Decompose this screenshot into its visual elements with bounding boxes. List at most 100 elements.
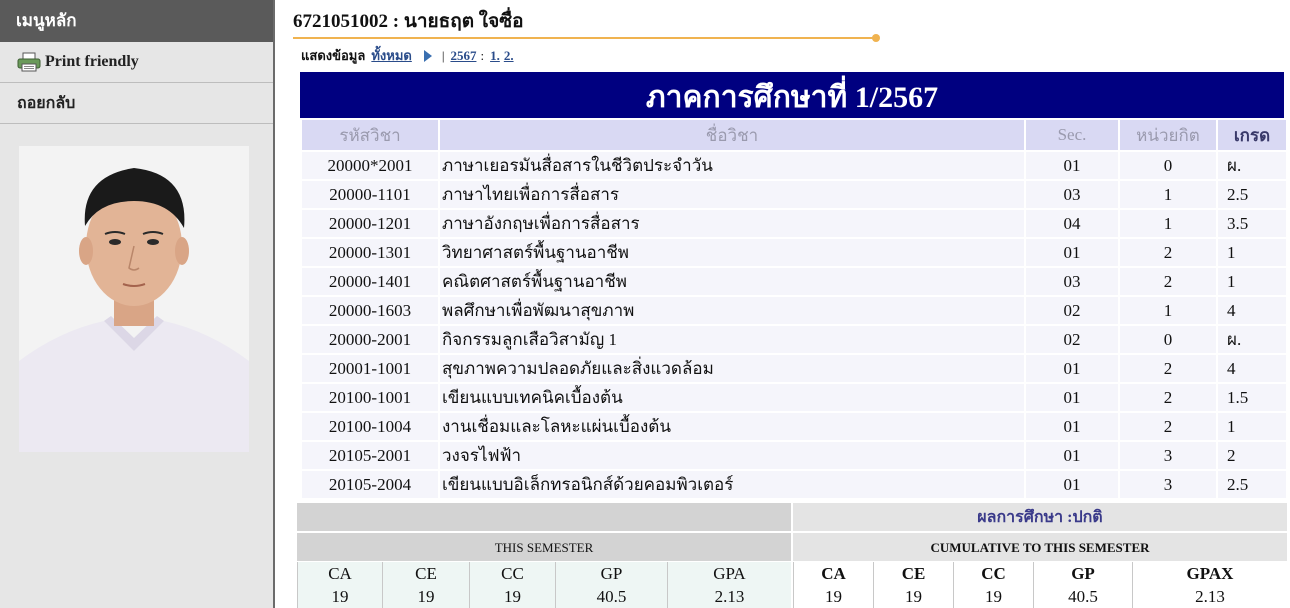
term-2-link[interactable]: 2. bbox=[504, 48, 514, 64]
course-grade: 3.5 bbox=[1218, 208, 1286, 237]
course-name: ภาษาเยอรมันสื่อสารในชีวิตประจำวัน bbox=[440, 150, 1024, 179]
course-grade: ผ. bbox=[1218, 324, 1286, 353]
cum-gpax-value: 2.13 bbox=[1195, 587, 1225, 606]
course-code: 20001-1001 bbox=[302, 353, 438, 382]
table-row: 20000-1301 วิทยาศาสตร์พื้นฐานอาชีพ 01 2 1 bbox=[302, 237, 1286, 266]
course-grade: 4 bbox=[1218, 295, 1286, 324]
sem-ca-key: CA bbox=[328, 564, 352, 583]
course-grade: 2.5 bbox=[1218, 469, 1286, 498]
table-row: 20000*2001 ภาษาเยอรมันสื่อสารในชีวิตประจำ… bbox=[302, 150, 1286, 179]
course-sec: 02 bbox=[1026, 324, 1118, 353]
sem-ca: CA 19 bbox=[297, 562, 382, 608]
course-name: ภาษาไทยเพื่อการสื่อสาร bbox=[440, 179, 1024, 208]
course-credit: 2 bbox=[1120, 353, 1216, 382]
course-credit: 2 bbox=[1120, 266, 1216, 295]
print-friendly-link[interactable]: Print friendly bbox=[0, 42, 273, 83]
main-menu-header: เมนูหลัก bbox=[0, 0, 273, 42]
sem-gp-key: GP bbox=[600, 564, 623, 583]
course-name: วิทยาศาสตร์พื้นฐานอาชีพ bbox=[440, 237, 1024, 266]
cum-ce: CE 19 bbox=[873, 562, 953, 608]
table-row: 20105-2001 วงจรไฟฟ้า 01 3 2 bbox=[302, 440, 1286, 469]
course-code: 20000-1101 bbox=[302, 179, 438, 208]
table-row: 20105-2004 เขียนแบบอิเล็กทรอนิกส์ด้วยคอมพ… bbox=[302, 469, 1286, 498]
course-name: วงจรไฟฟ้า bbox=[440, 440, 1024, 469]
cum-cc-value: 19 bbox=[985, 587, 1002, 606]
sem-ca-value: 19 bbox=[331, 587, 349, 606]
show-all-link[interactable]: ทั้งหมด bbox=[371, 45, 412, 66]
back-link[interactable]: ถอยกลับ bbox=[0, 83, 273, 124]
cum-cc: CC 19 bbox=[953, 562, 1033, 608]
filter-bar: แสดงข้อมูล ทั้งหมด | 2567 : 1. 2. bbox=[301, 45, 514, 66]
course-credit: 2 bbox=[1120, 382, 1216, 411]
courses-table: รหัสวิชา ชื่อวิชา Sec. หน่วยกิต เกรด 200… bbox=[300, 120, 1288, 498]
cum-gp: GP 40.5 bbox=[1033, 562, 1132, 608]
col-header-code: รหัสวิชา bbox=[302, 120, 438, 150]
sem-cc-key: CC bbox=[501, 564, 524, 583]
course-credit: 2 bbox=[1120, 411, 1216, 440]
filter-label: แสดงข้อมูล bbox=[301, 48, 366, 63]
sem-cc: CC 19 bbox=[469, 562, 555, 608]
table-row: 20000-2001 กิจกรรมลูกเสือวิสามัญ 1 02 0 ผ. bbox=[302, 324, 1286, 353]
printer-icon bbox=[17, 52, 41, 72]
sem-ce-key: CE bbox=[415, 564, 437, 583]
back-label: ถอยกลับ bbox=[17, 94, 76, 112]
course-name: งานเชื่อมและโลหะแผ่นเบื้องต้น bbox=[440, 411, 1024, 440]
main-content: 6721051002 : นายธฤต ใจซื่อ แสดงข้อมูล ทั… bbox=[293, 0, 1290, 608]
filter-colon: : bbox=[480, 47, 485, 63]
cum-ce-key: CE bbox=[901, 564, 926, 583]
table-row: 20100-1001 เขียนแบบเทคนิคเบื้องต้น 01 2 1.5 bbox=[302, 382, 1286, 411]
table-row: 20100-1004 งานเชื่อมและโลหะแผ่นเบื้องต้น 0… bbox=[302, 411, 1286, 440]
course-sec: 02 bbox=[1026, 295, 1118, 324]
sem-ce: CE 19 bbox=[382, 562, 469, 608]
cum-gp-key: GP bbox=[1071, 564, 1095, 583]
sem-gp-value: 40.5 bbox=[596, 587, 627, 606]
course-name: ภาษาอังกฤษเพื่อการสื่อสาร bbox=[440, 208, 1024, 237]
course-code: 20100-1001 bbox=[302, 382, 438, 411]
course-grade: 2 bbox=[1218, 440, 1286, 469]
course-credit: 1 bbox=[1120, 295, 1216, 324]
this-semester-label: THIS SEMESTER bbox=[297, 533, 791, 561]
course-sec: 01 bbox=[1026, 382, 1118, 411]
course-grade: 1.5 bbox=[1218, 382, 1286, 411]
course-code: 20000-1201 bbox=[302, 208, 438, 237]
course-credit: 0 bbox=[1120, 150, 1216, 179]
cum-ca: CA 19 bbox=[793, 562, 873, 608]
cum-ca-value: 19 bbox=[825, 587, 842, 606]
table-row: 20000-1603 พลศึกษาเพื่อพัฒนาสุขภาพ 02 1 4 bbox=[302, 295, 1286, 324]
course-name: คณิตศาสตร์พื้นฐานอาชีพ bbox=[440, 266, 1024, 295]
cum-gpax-key: GPAX bbox=[1186, 564, 1234, 583]
course-name: เขียนแบบเทคนิคเบื้องต้น bbox=[440, 382, 1024, 411]
table-row: 20001-1001 สุขภาพความปลอดภัยและสิ่งแวดล้อ… bbox=[302, 353, 1286, 382]
course-sec: 01 bbox=[1026, 353, 1118, 382]
cum-gp-value: 40.5 bbox=[1068, 587, 1098, 606]
course-code: 20105-2001 bbox=[302, 440, 438, 469]
result-status: ผลการศึกษา :ปกติ bbox=[793, 503, 1287, 531]
course-code: 20105-2004 bbox=[302, 469, 438, 498]
course-code: 20000*2001 bbox=[302, 150, 438, 179]
sem-gpa-value: 2.13 bbox=[714, 587, 745, 606]
play-arrow-icon[interactable] bbox=[423, 49, 432, 62]
course-sec: 04 bbox=[1026, 208, 1118, 237]
course-grade: 2.5 bbox=[1218, 179, 1286, 208]
table-row: 20000-1401 คณิตศาสตร์พื้นฐานอาชีพ 03 2 1 bbox=[302, 266, 1286, 295]
course-grade: 1 bbox=[1218, 266, 1286, 295]
student-photo bbox=[19, 146, 249, 452]
table-row: 20000-1201 ภาษาอังกฤษเพื่อการสื่อสาร 04 1 3.… bbox=[302, 208, 1286, 237]
col-header-grade: เกรด bbox=[1218, 120, 1286, 150]
filter-separator: | bbox=[441, 47, 445, 63]
course-sec: 03 bbox=[1026, 266, 1118, 295]
cum-ca-key: CA bbox=[821, 564, 846, 583]
course-credit: 2 bbox=[1120, 237, 1216, 266]
results-summary: ผลการศึกษา :ปกติ THIS SEMESTER CUMULATIV… bbox=[297, 503, 1287, 608]
table-header-row: รหัสวิชา ชื่อวิชา Sec. หน่วยกิต เกรด bbox=[302, 120, 1286, 150]
course-grade: 1 bbox=[1218, 237, 1286, 266]
course-grade: ผ. bbox=[1218, 150, 1286, 179]
year-2567-link[interactable]: 2567 bbox=[450, 48, 476, 64]
sidebar: เมนูหลัก Print friendly ถอยกลับ bbox=[0, 0, 275, 608]
course-sec: 01 bbox=[1026, 440, 1118, 469]
course-sec: 01 bbox=[1026, 237, 1118, 266]
course-code: 20100-1004 bbox=[302, 411, 438, 440]
course-code: 20000-1603 bbox=[302, 295, 438, 324]
term-1-link[interactable]: 1. bbox=[490, 48, 500, 64]
course-name: เขียนแบบอิเล็กทรอนิกส์ด้วยคอมพิวเตอร์ bbox=[440, 469, 1024, 498]
